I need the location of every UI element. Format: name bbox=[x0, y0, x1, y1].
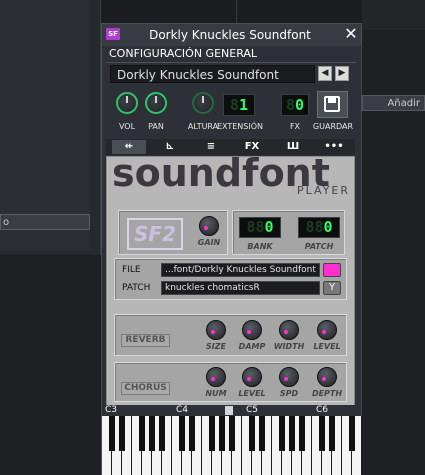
reverb-toggle[interactable]: REVERB bbox=[121, 334, 170, 347]
black-key[interactable] bbox=[109, 416, 115, 451]
player-subtitle: PLAYER bbox=[297, 184, 350, 197]
file-label: FILE bbox=[122, 265, 141, 275]
background-left-pane bbox=[0, 0, 90, 250]
general-settings-label: CONFIGURACIÓN GENERAL bbox=[109, 47, 258, 60]
gain-knob[interactable] bbox=[199, 216, 219, 236]
bank-value: 0 bbox=[264, 218, 274, 236]
chorus-num-knob[interactable] bbox=[206, 367, 226, 387]
reverb-size-label: SIZE bbox=[205, 342, 226, 351]
background-input[interactable]: o bbox=[0, 214, 90, 230]
pan-label: PAN bbox=[148, 122, 164, 131]
base-note-marker[interactable] bbox=[225, 406, 233, 415]
reverb-size-knob[interactable] bbox=[206, 320, 226, 340]
patch-number-label: PATCH bbox=[304, 242, 334, 251]
octave-label-c3: C3 bbox=[105, 405, 118, 415]
black-key[interactable] bbox=[179, 416, 185, 451]
black-key[interactable] bbox=[229, 416, 235, 451]
chorus-level-knob[interactable] bbox=[242, 367, 262, 387]
black-key[interactable] bbox=[289, 416, 295, 451]
file-path-field[interactable]: ...font/Dorkly Knuckles Soundfont bbox=[161, 263, 320, 277]
black-key[interactable] bbox=[159, 416, 165, 451]
extension-label: EXTENSIÓN bbox=[216, 122, 264, 131]
reverb-width-knob[interactable] bbox=[279, 320, 299, 340]
octave-label-c5: C5 bbox=[246, 405, 259, 415]
app-logo-icon: SF bbox=[106, 28, 120, 40]
add-button[interactable]: Añadir bbox=[362, 95, 425, 111]
gain-label: GAIN bbox=[197, 238, 221, 247]
fx-label: FX bbox=[289, 122, 301, 131]
patch-display[interactable]: 880 bbox=[298, 217, 340, 238]
fx-value: 0 bbox=[295, 96, 305, 114]
patch-select-icon[interactable]: Y bbox=[323, 281, 341, 295]
background-lower-area bbox=[0, 256, 100, 475]
reverb-level-label: LEVEL bbox=[313, 342, 341, 351]
bank-display[interactable]: 880 bbox=[239, 217, 281, 238]
black-key[interactable] bbox=[119, 416, 125, 451]
chorus-toggle[interactable]: CHORUS bbox=[121, 382, 170, 395]
chorus-depth-label: DEPTH bbox=[311, 389, 343, 398]
background-right-header bbox=[362, 0, 425, 30]
next-preset-button[interactable]: ▶ bbox=[335, 66, 349, 81]
window-title: Dorkly Knuckles Soundfont bbox=[149, 28, 311, 42]
black-key[interactable] bbox=[299, 416, 305, 451]
reverb-damp-label: DAMP bbox=[238, 342, 266, 351]
section-divider bbox=[106, 62, 356, 63]
chorus-depth-knob[interactable] bbox=[317, 367, 337, 387]
black-key[interactable] bbox=[319, 416, 325, 451]
black-key[interactable] bbox=[209, 416, 215, 451]
volume-knob[interactable] bbox=[116, 92, 138, 114]
save-label: GUARDAR bbox=[312, 122, 354, 131]
black-key[interactable] bbox=[349, 416, 355, 451]
background-right-panel bbox=[362, 0, 425, 475]
fx-display[interactable]: 80 bbox=[281, 94, 309, 116]
open-file-icon[interactable] bbox=[323, 263, 341, 277]
patch-name-field[interactable]: knuckles chomaticsR bbox=[161, 281, 320, 295]
pitch-knob[interactable] bbox=[192, 92, 214, 114]
octave-label-c4: C4 bbox=[176, 405, 189, 415]
reverb-width-label: WIDTH bbox=[273, 342, 305, 351]
chorus-speed-label: SPD bbox=[279, 389, 299, 398]
previous-preset-button[interactable]: ◀ bbox=[318, 66, 332, 81]
bank-label: BANK bbox=[247, 242, 273, 251]
sf2-open-button[interactable]: SF2 bbox=[127, 218, 183, 250]
black-key[interactable] bbox=[139, 416, 145, 451]
black-key[interactable] bbox=[259, 416, 265, 451]
extension-display[interactable]: 81 bbox=[223, 94, 255, 116]
octave-label-c6: C6 bbox=[316, 405, 329, 415]
patch-value: 0 bbox=[323, 218, 333, 236]
black-key[interactable] bbox=[279, 416, 285, 451]
chorus-num-label: NUM bbox=[205, 389, 227, 398]
floppy-disk-icon bbox=[324, 96, 340, 112]
black-key[interactable] bbox=[189, 416, 195, 451]
volume-label: VOL bbox=[118, 122, 136, 131]
patch-field-label: PATCH bbox=[122, 283, 151, 293]
reverb-damp-knob[interactable] bbox=[242, 320, 262, 340]
reverb-level-knob[interactable] bbox=[317, 320, 337, 340]
chorus-speed-knob[interactable] bbox=[279, 367, 299, 387]
close-icon[interactable]: ✕ bbox=[344, 26, 358, 42]
black-key[interactable] bbox=[219, 416, 225, 451]
black-key[interactable] bbox=[149, 416, 155, 451]
black-key[interactable] bbox=[249, 416, 255, 451]
preset-name-field[interactable]: Dorkly Knuckles Soundfont bbox=[110, 65, 315, 83]
black-key[interactable] bbox=[329, 416, 335, 451]
chorus-level-label: LEVEL bbox=[238, 389, 266, 398]
pan-knob[interactable] bbox=[145, 92, 167, 114]
extension-value: 1 bbox=[239, 96, 249, 114]
